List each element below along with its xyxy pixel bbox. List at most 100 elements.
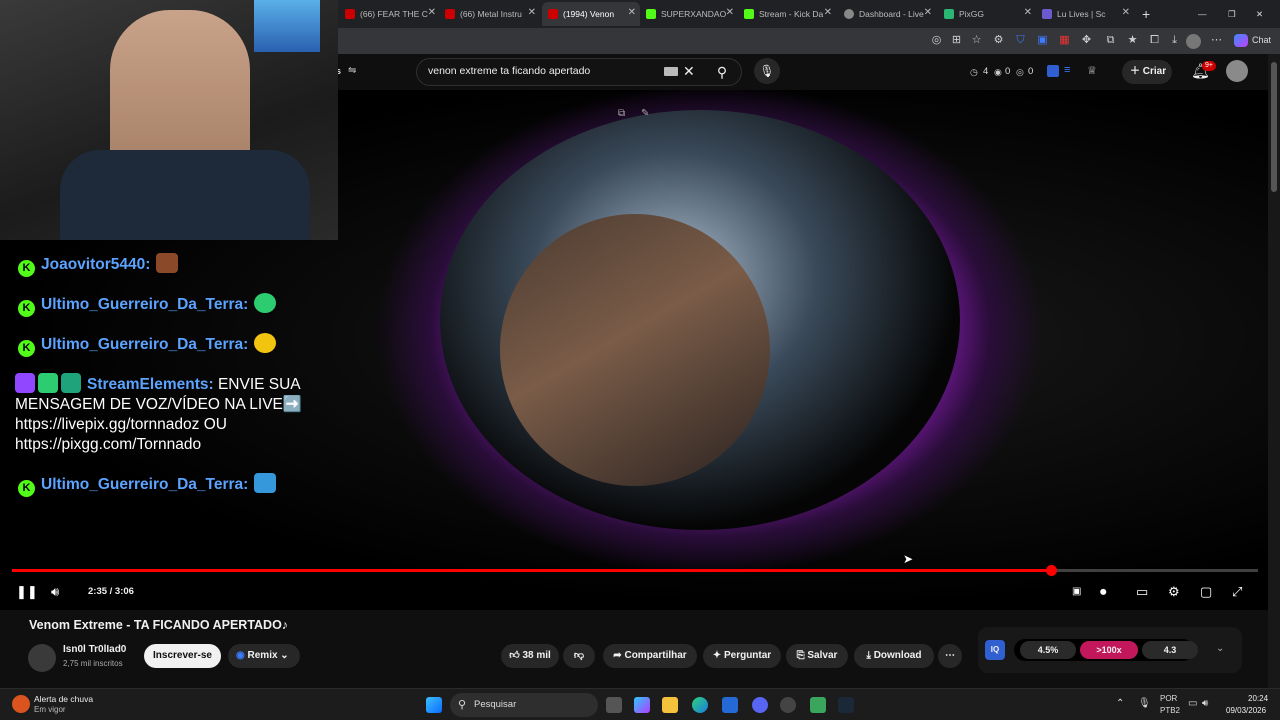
mic-tray-icon[interactable]: 🎙︎ xyxy=(1138,698,1151,709)
settings-gear-icon[interactable]: ⚙ xyxy=(1168,584,1180,600)
channel-name[interactable]: Isn0l Tr0lIad0 xyxy=(63,644,126,655)
save-button[interactable]: ⎘ Salvar xyxy=(786,644,848,668)
collections-icon[interactable]: ⧠ xyxy=(1148,34,1161,47)
downloads-icon[interactable]: ⤓ xyxy=(1168,34,1181,47)
progress-fill xyxy=(12,569,1052,572)
new-tab-button[interactable]: + xyxy=(1142,2,1158,26)
file-explorer-icon[interactable] xyxy=(662,697,678,713)
language-code[interactable]: POR xyxy=(1160,694,1177,703)
weather-alert-icon[interactable] xyxy=(12,695,30,713)
channel-avatar[interactable] xyxy=(28,644,56,672)
scrollbar-thumb[interactable] xyxy=(1271,62,1277,192)
puzzle-icon[interactable]: ✥ xyxy=(1080,34,1093,47)
obs-icon[interactable] xyxy=(780,697,796,713)
close-window-button[interactable]: ✕ xyxy=(1256,2,1268,26)
share-button[interactable]: ➦ Compartilhar xyxy=(603,644,697,668)
calendar-icon[interactable]: ▦ xyxy=(1058,34,1071,47)
more-options-icon[interactable]: ⋯ xyxy=(1210,34,1223,47)
tab-6[interactable]: Dashboard - Live ✕ xyxy=(844,2,936,26)
tab-7[interactable]: PixGG ✕ xyxy=(944,2,1036,26)
taskbar-search[interactable]: ⚲ Pesquisar xyxy=(450,693,598,717)
tab-3-active[interactable]: (1994) Venon ✕ xyxy=(542,2,640,26)
close-tab-icon[interactable]: ✕ xyxy=(528,7,536,18)
account-avatar[interactable] xyxy=(1226,60,1248,82)
task-view-icon[interactable] xyxy=(606,697,622,713)
iq-extension-icon[interactable] xyxy=(1047,65,1059,77)
search-icon[interactable]: ⚲ xyxy=(704,59,740,85)
profile-avatar[interactable] xyxy=(1186,34,1201,49)
read-aloud-icon[interactable]: ◎ xyxy=(930,34,943,47)
close-tab-icon[interactable]: ✕ xyxy=(1122,7,1130,18)
theater-mode-icon[interactable]: ▢ xyxy=(1200,584,1212,600)
like-button[interactable]: 👍︎ 38 mil xyxy=(501,644,559,668)
download-button[interactable]: ⤓ Download xyxy=(854,644,934,668)
fullscreen-icon[interactable]: ⤢ xyxy=(1232,584,1242,600)
note-icon[interactable]: ✎ xyxy=(641,108,649,119)
close-tab-icon[interactable]: ✕ xyxy=(1024,7,1032,18)
close-tab-icon[interactable]: ✕ xyxy=(628,7,636,18)
discord-icon[interactable] xyxy=(752,697,768,713)
speaker-icon[interactable]: 🔊︎ xyxy=(1202,698,1208,709)
minimize-button[interactable]: — xyxy=(1198,2,1210,26)
autoplay-toggle[interactable]: ⏺ xyxy=(1100,584,1107,600)
page-scrollbar[interactable] xyxy=(1268,54,1280,688)
create-button[interactable]: ＋ Criar xyxy=(1122,60,1172,84)
edge-browser-icon[interactable] xyxy=(692,697,708,713)
notification-count-badge: 9+ xyxy=(1202,61,1216,71)
tray-chevron-icon[interactable]: ⌃ xyxy=(1116,698,1124,709)
tab-1[interactable]: (66) FEAR THE C ✕ xyxy=(345,2,440,26)
shield-icon[interactable]: ⛉ xyxy=(1014,34,1027,47)
iq-logo-icon[interactable]: IQ xyxy=(985,640,1005,660)
maximize-button[interactable]: ❐ xyxy=(1228,2,1240,26)
iq-player-icon[interactable]: ▣ xyxy=(1072,584,1081,600)
favorite-star-icon[interactable]: ☆ xyxy=(970,34,983,47)
ask-button[interactable]: ✦ Perguntar xyxy=(703,644,781,668)
close-tab-icon[interactable]: ✕ xyxy=(726,7,734,18)
eye-off-icon: ◎ xyxy=(1016,67,1024,77)
chat-button[interactable]: Chat xyxy=(1252,35,1271,45)
copilot-icon[interactable] xyxy=(1234,34,1248,47)
app-icon[interactable] xyxy=(810,697,826,713)
pause-icon[interactable]: ❚❚ xyxy=(16,584,38,600)
split-screen-icon[interactable]: ⧉ xyxy=(1104,34,1117,47)
keyboard-icon[interactable] xyxy=(664,67,678,76)
tab-2[interactable]: (66) Metal Instru ✕ xyxy=(445,2,540,26)
pip-icon[interactable]: ⧉ xyxy=(618,108,625,119)
keyboard-layout[interactable]: PTB2 xyxy=(1160,706,1180,715)
subscribe-button[interactable]: Inscrever-se xyxy=(144,644,221,668)
tab-5[interactable]: Stream - Kick Da ✕ xyxy=(744,2,836,26)
windows-start-icon[interactable] xyxy=(426,697,442,713)
copilot-app-icon[interactable] xyxy=(634,697,650,713)
close-tab-icon[interactable]: ✕ xyxy=(824,7,832,18)
extension-icon[interactable]: ⚙ xyxy=(992,34,1005,47)
clear-search-icon[interactable]: ✕ xyxy=(683,63,695,80)
network-icon[interactable]: ▭ xyxy=(1188,698,1197,709)
list-icon[interactable]: ≡ xyxy=(1064,64,1070,76)
expand-chevron-icon[interactable]: ⌄ xyxy=(1216,643,1224,654)
microphone-icon[interactable]: 🎙︎ xyxy=(754,58,780,84)
trophy-icon[interactable]: ♕ xyxy=(1087,64,1097,77)
tab-8[interactable]: Lu Lives | Sc ✕ xyxy=(1042,2,1134,26)
clock-date[interactable]: 09/03/2026 xyxy=(1226,706,1266,715)
photos-app-icon[interactable] xyxy=(722,697,738,713)
remix-button[interactable]: ◉ Remix ⌄ xyxy=(228,644,300,668)
streamer-shirt xyxy=(60,150,310,240)
apps-icon[interactable]: ⊞ xyxy=(950,34,963,47)
dislike-button[interactable]: 👎︎ xyxy=(563,644,595,668)
steam-icon[interactable] xyxy=(838,697,854,713)
clock-time[interactable]: 20:24 xyxy=(1248,694,1268,703)
volume-icon[interactable]: 🔊︎ xyxy=(51,584,59,600)
favorites-icon[interactable]: ★ xyxy=(1126,34,1139,47)
kick-badge-icon: K xyxy=(18,260,35,277)
translate-icon[interactable]: ▣ xyxy=(1036,34,1049,47)
sparkle-icon: ✦ xyxy=(712,650,724,661)
tab-4[interactable]: SUPERXANDAO ✕ xyxy=(646,2,738,26)
close-tab-icon[interactable]: ✕ xyxy=(924,7,932,18)
chat-line-5: K Ultimo_Guerreiro_Da_Terra: xyxy=(18,473,277,497)
close-tab-icon[interactable]: ✕ xyxy=(428,7,436,18)
weather-title[interactable]: Alerta de chuva xyxy=(34,694,93,704)
more-actions-button[interactable]: ⋯ xyxy=(938,644,962,668)
filter-icon[interactable]: ⇋ xyxy=(348,65,356,76)
subtitles-icon[interactable]: ▭ xyxy=(1136,584,1148,600)
progress-bar[interactable] xyxy=(12,565,1258,576)
